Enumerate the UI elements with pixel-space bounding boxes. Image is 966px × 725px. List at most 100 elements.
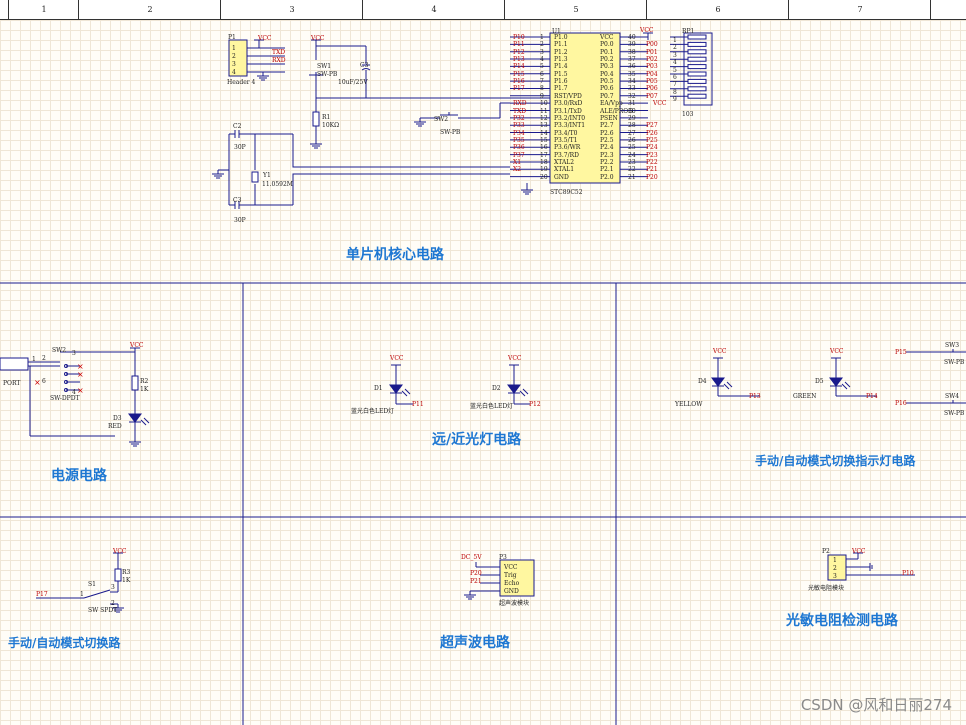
mcu-left-pin-number: 2 xyxy=(540,41,544,49)
photo-pin-1: 1 xyxy=(833,557,837,564)
mcu-right-pin-name: P0.2 xyxy=(600,56,614,64)
mcu-left-net: X1 xyxy=(513,158,522,166)
ultra-pin-echo: Echo xyxy=(504,580,520,587)
led-ray xyxy=(143,417,150,424)
mcu-right-net: P22 xyxy=(646,158,658,166)
mcu-left-pin-number: 17 xyxy=(540,151,548,159)
led-symbol xyxy=(829,377,843,387)
mcu-left-pin-number: 9 xyxy=(540,92,544,100)
led-ray xyxy=(726,381,733,388)
mcu-right-pin-name: P2.1 xyxy=(600,166,614,174)
mcu-left-pin-name: P3.0/RxD xyxy=(554,100,583,108)
mcu-right-pin-number: 24 xyxy=(628,151,636,159)
section-title-power: 电源电路 xyxy=(51,468,107,484)
crystal-c1-ref: C2 xyxy=(233,123,242,130)
power-pin-4: 4 xyxy=(72,389,76,396)
led-ray xyxy=(519,390,526,397)
d4-desc: YELLOW xyxy=(675,401,703,408)
mcu-left-net: P33 xyxy=(513,122,525,130)
d1-desc: 蓝光白色LED灯 xyxy=(351,408,395,415)
header-pin-4: 4 xyxy=(232,69,236,76)
power-pin-6: 6 xyxy=(42,378,46,385)
mcu-left-net: P11 xyxy=(513,41,525,49)
reset-resistor xyxy=(312,111,320,127)
mcu-left-pin-name: P1.3 xyxy=(554,56,568,64)
reset-sw-ref: SW1 xyxy=(317,63,332,70)
mode-r-ref: R3 xyxy=(122,569,131,576)
sw4-ref: SW4 xyxy=(945,393,960,400)
mcu-left-pin-number: 14 xyxy=(540,129,548,137)
power-resistor xyxy=(131,375,139,391)
power-port-body xyxy=(0,357,29,371)
mcu-right-pin-number: 30 xyxy=(628,107,636,115)
mcu-left-pin-number: 13 xyxy=(540,122,548,130)
d2-ref: D2 xyxy=(492,385,501,392)
reset-vcc: VCC xyxy=(311,35,325,42)
no-connect-mark: × xyxy=(34,378,41,387)
mcu-right-pin-name: P0.0 xyxy=(600,41,614,49)
mcu-right-pin-name: EA/Vpp xyxy=(600,100,623,108)
mcu-right-pin-number: 38 xyxy=(628,48,636,56)
mcu-right-pin-number: 25 xyxy=(628,144,636,152)
rp1-resistor xyxy=(687,93,707,99)
rp1-resistor xyxy=(687,41,707,47)
mcu-right-net: P25 xyxy=(646,136,658,144)
section-title-indicator: 手动/自动模式切换指示灯电路 xyxy=(755,454,916,468)
crystal-wire xyxy=(292,134,510,168)
d1-vcc: VCC xyxy=(390,355,404,362)
mcu-left-pin-name: P1.5 xyxy=(554,70,568,78)
mcu-right-pin-name: P0.1 xyxy=(600,48,614,56)
led-ray xyxy=(723,383,730,390)
mcu-left-pin-number: 1 xyxy=(540,34,544,41)
mcu-right-net: P24 xyxy=(646,144,658,152)
d4-net: P13 xyxy=(749,393,761,400)
sw3-ref: SW3 xyxy=(945,342,960,349)
mcu-right-pin-name: P2.5 xyxy=(600,136,614,144)
crystal-body xyxy=(251,171,259,183)
mcu-right-pin-number: 37 xyxy=(628,56,636,64)
photo-ref: P2 xyxy=(822,548,830,555)
mcu-right-pin-number: 28 xyxy=(628,122,636,130)
mcu-left-net: TXD xyxy=(513,107,527,115)
mcu-left-pin-name: XTAL1 xyxy=(554,166,575,174)
rp1-resistor xyxy=(687,49,707,55)
section-title-mcu: 单片机核心电路 xyxy=(346,247,444,263)
mcu-right-net: P07 xyxy=(646,92,658,100)
section-title-photo: 光敏电阻检测电路 xyxy=(786,613,898,629)
mcu-left-pin-number: 18 xyxy=(540,158,548,166)
mode-pin-2: 2 xyxy=(111,600,115,607)
reset-res-ref: R1 xyxy=(322,114,331,121)
mcu-right-pin-name: P2.4 xyxy=(600,144,614,152)
led-ray xyxy=(404,388,411,395)
mcu-left-net: P10 xyxy=(513,34,525,41)
mcu-left-pin-name: XTAL2 xyxy=(554,158,575,166)
mcu-left-pin-name: P3.7/RD xyxy=(554,151,579,159)
mcu-right-net: P05 xyxy=(646,78,658,86)
mcu-left-pin-name: P3.2/INT0 xyxy=(554,114,586,122)
mode-sw-part: SW SPDT xyxy=(88,607,118,614)
mcu-right-net: P00 xyxy=(646,41,658,49)
photo-net: P10 xyxy=(902,570,914,577)
no-connect-mark: × xyxy=(77,370,84,379)
power-vcc: VCC xyxy=(130,342,144,349)
photo-pin-3: 3 xyxy=(833,573,837,580)
header-net-rxd: RXD xyxy=(272,57,286,64)
photo-desc: 光敏电阻模块 xyxy=(808,585,845,592)
reset-res-val: 10KΩ xyxy=(322,122,340,129)
power-led-val: RED xyxy=(108,423,122,430)
mcu-left-pin-name: RST/VPD xyxy=(554,92,582,100)
mcu-left-net: P15 xyxy=(513,70,525,78)
rp1-resistor xyxy=(687,56,707,62)
d5-desc: GREEN xyxy=(793,393,817,400)
mcu-right-pin-number: 27 xyxy=(628,129,636,137)
power-sw-part: SW-DPDT xyxy=(50,395,80,402)
mcu-right-net: P26 xyxy=(646,129,658,137)
mcu-right-pin-name: P2.3 xyxy=(600,151,614,159)
sw4-part: SW-PB xyxy=(944,410,965,417)
sw4-net: P16 xyxy=(895,400,907,407)
power-port: PORT xyxy=(3,380,21,387)
ultra-net-5v: DC_5V xyxy=(461,554,482,561)
sw3-part: SW-PB xyxy=(944,359,965,366)
mode-pin-1: 1 xyxy=(80,591,84,598)
power-r-ref: R2 xyxy=(140,378,149,385)
